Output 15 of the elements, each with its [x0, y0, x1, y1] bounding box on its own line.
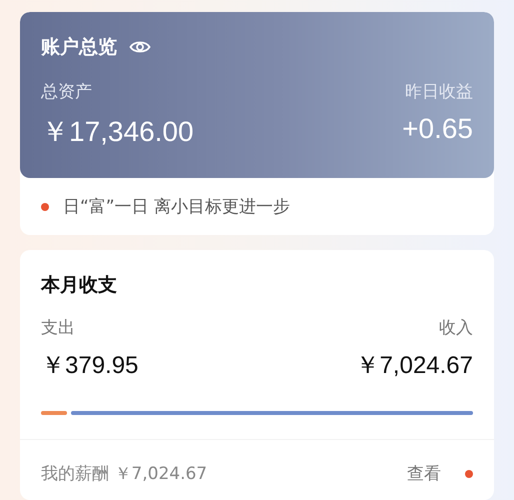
tip-text: 日“富”一日 离小目标更进一步 — [63, 196, 290, 218]
view-link[interactable]: 查看 — [407, 462, 441, 485]
overview-title: 账户总览 — [41, 35, 117, 60]
income-label: 收入 — [439, 317, 473, 339]
yesterday-earnings-value: +0.65 — [402, 113, 473, 146]
monthly-title: 本月收支 — [41, 273, 118, 298]
eye-icon[interactable] — [129, 39, 151, 55]
income-value: ￥7,024.67 — [356, 351, 473, 381]
expense-label: 支出 — [41, 317, 75, 339]
yesterday-earnings-label: 昨日收益 — [405, 81, 473, 103]
bullet-dot — [41, 202, 49, 210]
expense-value: ￥379.95 — [41, 351, 138, 381]
total-assets-value: ￥17,346.00 — [41, 115, 194, 149]
total-assets-label: 总资产 — [41, 81, 92, 103]
salary-text: 我的薪酬 ￥7,024.67 — [41, 463, 208, 485]
